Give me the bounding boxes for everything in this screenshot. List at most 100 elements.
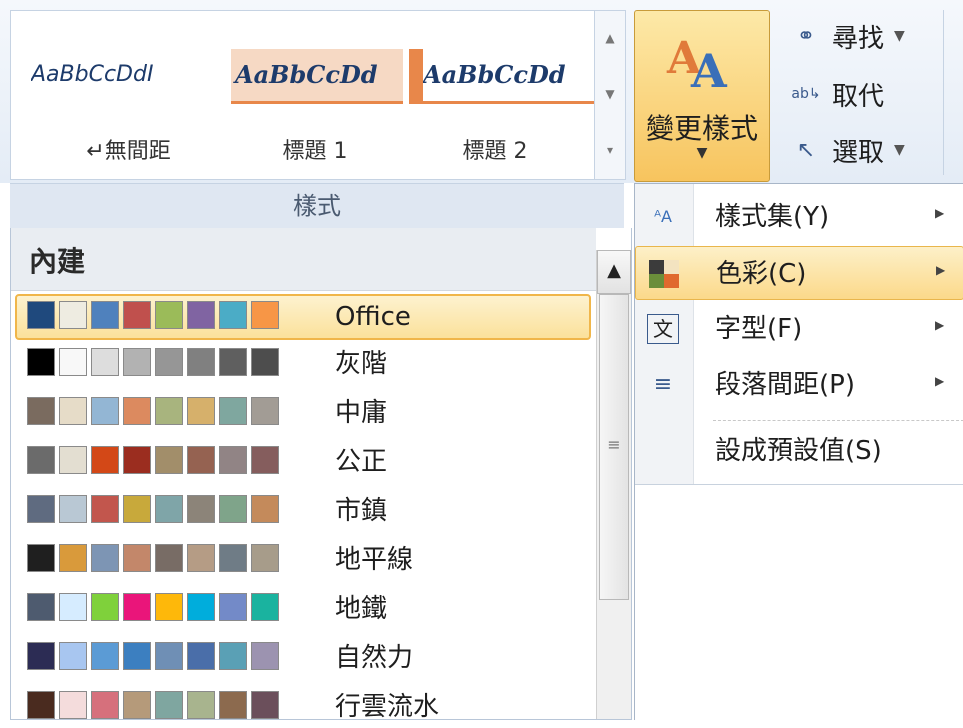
swatch-strip	[27, 348, 283, 376]
swatch-strip	[27, 495, 283, 523]
submenu-arrow-icon: ▶	[935, 374, 945, 388]
theme-name: 行雲流水	[335, 692, 440, 722]
gallery-scrollbar[interactable]: ▲ ≡	[596, 250, 631, 719]
color-swatch	[59, 495, 87, 523]
scroll-thumb[interactable]: ≡	[599, 294, 629, 600]
gallery-scrollbar: ▲ ▼ ▾	[594, 10, 626, 180]
menu-label: 字型(F)	[715, 314, 803, 344]
builtin-section-title: 內建	[29, 245, 86, 278]
find-button[interactable]: ⚭ 尋找 ▼	[790, 14, 905, 58]
theme-colors-row[interactable]: 行雲流水	[17, 686, 589, 728]
theme-colors-row[interactable]: 自然力	[17, 637, 589, 679]
style-tile-heading-2[interactable]: AaBbCcDd 標題 2	[409, 25, 595, 164]
swatch-strip	[27, 397, 283, 425]
swatch-strip	[27, 446, 283, 474]
gallery-scroll-down-icon[interactable]: ▼	[595, 67, 625, 122]
color-swatch	[59, 348, 87, 376]
color-swatch	[27, 495, 55, 523]
color-swatch	[251, 593, 279, 621]
style-sample: AaBbCcDd	[409, 49, 595, 104]
theme-colors-row[interactable]: 地鐵	[17, 588, 589, 630]
theme-colors-row[interactable]: 公正	[17, 441, 589, 483]
chevron-down-icon: ▼	[894, 142, 905, 158]
select-button[interactable]: ↖ 選取 ▼	[790, 128, 905, 172]
color-swatch	[187, 301, 215, 329]
cursor-icon: ↖	[796, 137, 816, 163]
color-swatch	[123, 301, 151, 329]
color-swatch	[251, 348, 279, 376]
colors-icon	[648, 259, 680, 289]
color-swatch	[251, 446, 279, 474]
color-swatch	[155, 446, 183, 474]
color-swatch	[123, 642, 151, 670]
color-swatch	[219, 544, 247, 572]
color-swatch	[59, 642, 87, 670]
menu-label: 段落間距(P)	[715, 370, 855, 400]
menu-separator	[713, 420, 963, 421]
menu-bottom-border	[635, 484, 963, 485]
scroll-up-icon[interactable]: ▲	[597, 250, 631, 294]
theme-colors-row[interactable]: Office	[15, 294, 591, 340]
color-swatch	[27, 593, 55, 621]
chevron-down-icon: ▼	[696, 145, 708, 161]
theme-colors-row[interactable]: 地平線	[17, 539, 589, 581]
theme-colors-row[interactable]: 灰階	[17, 343, 589, 385]
svg-text:A: A	[690, 44, 728, 93]
color-swatch	[155, 348, 183, 376]
chevron-down-icon: ▼	[894, 28, 905, 44]
menu-item-fonts[interactable]: 文 字型(F) ▶	[635, 302, 963, 356]
style-tile-heading-1[interactable]: AaBbCcDd 標題 1	[231, 25, 403, 164]
color-swatch	[59, 691, 87, 719]
color-swatch	[219, 642, 247, 670]
color-swatch	[27, 642, 55, 670]
color-swatch	[91, 495, 119, 523]
color-swatch	[155, 691, 183, 719]
style-tile-no-spacing[interactable]: AaBbCcDdI ↵無間距	[31, 25, 226, 164]
menu-item-set-default[interactable]: 設成預設值(S)	[635, 424, 963, 478]
color-swatch	[187, 397, 215, 425]
color-swatch	[219, 348, 247, 376]
menu-item-colors[interactable]: 色彩(C) ▶	[635, 246, 963, 300]
style-caption: ↵無間距	[86, 139, 171, 164]
gallery-scroll-up-icon[interactable]: ▲	[595, 11, 625, 66]
theme-name: 公正	[335, 447, 388, 477]
color-swatch	[123, 691, 151, 719]
color-swatch	[251, 495, 279, 523]
styles-group-label: 樣式	[10, 183, 624, 229]
change-styles-button[interactable]: A A 變更樣式 ▼	[634, 10, 770, 182]
replace-button[interactable]: ab↳ 取代	[790, 72, 884, 116]
theme-colors-row[interactable]: 市鎮	[17, 490, 589, 532]
color-swatch	[251, 691, 279, 719]
color-swatch	[59, 397, 87, 425]
gallery-more-icon[interactable]: ▾	[595, 123, 625, 178]
color-swatch	[187, 348, 215, 376]
menu-label: 色彩(C)	[716, 259, 807, 289]
color-swatch	[251, 397, 279, 425]
style-set-icon: ᴬA	[654, 207, 672, 226]
color-swatch	[187, 446, 215, 474]
menu-item-paragraph-spacing[interactable]: ≡ 段落間距(P) ▶	[635, 358, 963, 412]
color-swatch	[123, 348, 151, 376]
menu-label: 設成預設值(S)	[715, 436, 882, 466]
color-swatch	[123, 495, 151, 523]
color-swatch	[27, 301, 55, 329]
builtin-section-header: 內建	[11, 228, 596, 291]
color-swatch	[187, 593, 215, 621]
change-styles-icon: A A	[666, 33, 728, 93]
color-swatch	[187, 495, 215, 523]
replace-icon: ab↳	[791, 86, 821, 102]
theme-name: Office	[335, 302, 411, 332]
color-swatch	[219, 301, 247, 329]
replace-label: 取代	[832, 81, 885, 112]
menu-item-style-set[interactable]: ᴬA 樣式集(Y) ▶	[635, 190, 963, 244]
swatch-strip	[27, 691, 283, 719]
theme-name: 地鐵	[335, 594, 388, 624]
color-swatch	[59, 446, 87, 474]
theme-colors-row[interactable]: 中庸	[17, 392, 589, 434]
theme-name: 灰階	[335, 349, 388, 379]
change-styles-label: 變更樣式	[645, 112, 758, 145]
color-swatch	[91, 642, 119, 670]
theme-name: 市鎮	[335, 496, 388, 526]
swatch-strip	[27, 593, 283, 621]
color-swatch	[91, 691, 119, 719]
